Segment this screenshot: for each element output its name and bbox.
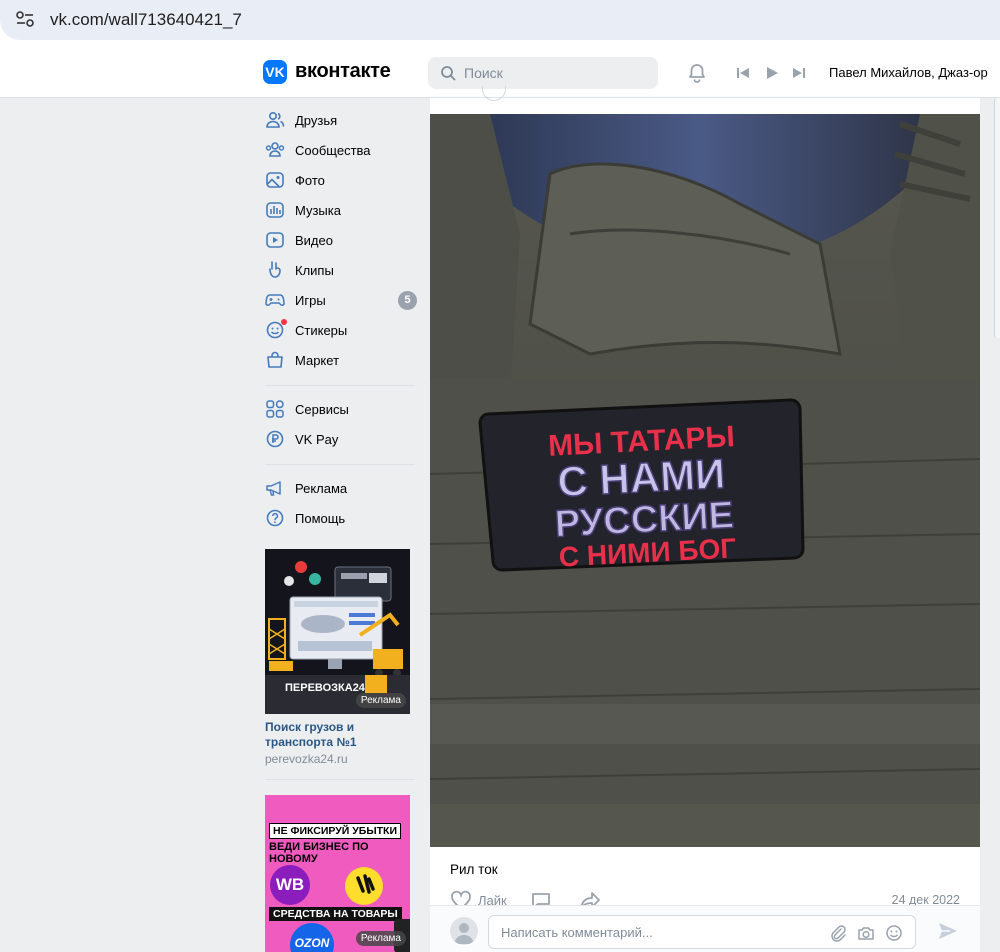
previous-track-icon[interactable] — [735, 65, 751, 81]
sidebar-item-video[interactable]: Видео — [265, 225, 417, 255]
url-text[interactable]: vk.com/wall713640421_7 — [50, 10, 242, 30]
sidebar-item-label: Видео — [295, 232, 333, 248]
next-track-icon[interactable] — [791, 65, 807, 81]
sidebar-item-label: Помощь — [295, 510, 346, 526]
post-author-avatar[interactable] — [482, 86, 506, 101]
browser-toolbar: vk.com/wall713640421_7 — [0, 0, 1000, 48]
tactical-vest-photo: МЫ ТАТАРЫ С НАМИ РУССКИЕ С НИМИ БОГ — [430, 114, 980, 847]
sidebar-item-services[interactable]: Сервисы — [265, 394, 417, 424]
sidebar-item-label: Сообщества — [295, 142, 371, 158]
ad-title-link[interactable]: Поиск грузов и транспорта №1 — [265, 720, 410, 750]
search-box[interactable] — [428, 57, 658, 89]
comment-composer — [430, 905, 980, 952]
yandex-market-logo — [345, 867, 383, 905]
music-icon — [266, 202, 284, 218]
sidebar-item-vkpay[interactable]: VK Pay — [265, 424, 417, 454]
sidebar-item-games[interactable]: Игры 5 — [265, 285, 417, 315]
sidebar-item-label: Игры — [295, 292, 326, 308]
sidebar-item-label: Реклама — [295, 480, 348, 496]
megaphone-icon — [266, 481, 281, 496]
help-icon — [266, 509, 284, 527]
stickers-icon — [265, 319, 287, 340]
camera-icon[interactable] — [857, 924, 875, 942]
ad-banner-image[interactable]: ПЕРЕВОЗКА24 Реклама — [265, 549, 410, 714]
sidebar-item-label: Маркет — [295, 352, 340, 368]
communities-icon — [265, 142, 285, 157]
attach-icon[interactable] — [829, 924, 847, 942]
search-icon — [441, 66, 456, 81]
post-text: Рил ток — [450, 862, 498, 877]
page-scrollbar[interactable] — [994, 98, 1000, 338]
sidebar-item-clips[interactable]: Клипы — [265, 255, 417, 285]
ad-label-badge: Реклама — [355, 693, 406, 708]
sidebar-item-ads[interactable]: Реклама — [265, 473, 417, 503]
services-icon — [266, 400, 284, 418]
sidebar-item-label: Стикеры — [295, 322, 348, 338]
sidebar-item-music[interactable]: Музыка — [265, 195, 417, 225]
post-photo[interactable]: МЫ ТАТАРЫ С НАМИ РУССКИЕ С НИМИ БОГ — [430, 114, 980, 847]
comment-input[interactable] — [501, 916, 821, 948]
ad-headline: НЕ ФИКСИРУЙ УБЫТКИ — [269, 823, 402, 839]
sidebar-item-label: Фото — [295, 172, 325, 188]
vkpay-icon — [266, 430, 284, 448]
sidebar-item-label: VK Pay — [295, 431, 339, 447]
vk-logo-text[interactable]: вконтакте — [295, 60, 391, 83]
address-bar[interactable]: vk.com/wall713640421_7 — [0, 0, 1000, 40]
sidebar-item-communities[interactable]: Сообщества — [265, 135, 417, 165]
search-input[interactable] — [464, 57, 649, 89]
current-user-avatar[interactable] — [450, 917, 478, 945]
games-icon — [265, 294, 285, 306]
sidebar-item-friends[interactable]: Друзья — [265, 105, 417, 135]
sidebar-item-market[interactable]: Маркет — [265, 345, 417, 375]
ad-banner-image[interactable]: НЕ ФИКСИРУЙ УБЫТКИ ВЕДИ БИЗНЕС ПО НОВОМУ… — [265, 795, 410, 952]
clips-icon — [269, 261, 281, 278]
ad-subline: ВЕДИ БИЗНЕС ПО НОВОМУ — [269, 841, 369, 865]
ad-domain-link[interactable]: perevozka24.ru — [265, 752, 348, 766]
sidebar-item-label: Музыка — [295, 202, 341, 218]
sidebar-divider — [265, 779, 415, 780]
sidebar-divider — [265, 385, 415, 386]
sidebar-divider — [265, 464, 415, 465]
vk-logo-icon[interactable]: VK — [263, 60, 287, 84]
ad-label-badge: Реклама — [355, 931, 406, 946]
sidebar-item-label: Клипы — [295, 262, 334, 278]
sidebar-item-label: Сервисы — [295, 401, 349, 417]
send-icon[interactable] — [937, 920, 959, 942]
comment-field[interactable] — [488, 915, 916, 949]
play-icon[interactable] — [764, 65, 780, 81]
site-settings-icon[interactable] — [14, 8, 36, 30]
sidebar-item-stickers[interactable]: Стикеры — [265, 315, 417, 345]
sidebar-item-photo[interactable]: Фото — [265, 165, 417, 195]
wall-post: МЫ ТАТАРЫ С НАМИ РУССКИЕ С НИМИ БОГ Рил … — [430, 86, 980, 952]
new-indicator-dot — [281, 319, 287, 325]
ad-brand-text: ПЕРЕВОЗКА24 — [285, 682, 365, 694]
games-count-badge: 5 — [398, 291, 417, 310]
video-icon — [266, 232, 284, 248]
wildberries-logo: WB — [270, 865, 310, 905]
sidebar-item-label: Друзья — [295, 112, 338, 128]
notifications-bell-icon[interactable] — [686, 62, 708, 84]
sidebar-item-help[interactable]: Помощь — [265, 503, 417, 533]
ad-goods-text: СРЕДСТВА НА ТОВАРЫ — [269, 907, 402, 921]
emoji-icon[interactable] — [885, 924, 903, 942]
market-icon — [267, 351, 283, 368]
friends-icon — [266, 111, 285, 128]
ozon-logo: OZON — [290, 923, 334, 952]
now-playing-track[interactable]: Павел Михайлов, Джаз-ор — [829, 65, 1000, 80]
photo-icon — [266, 172, 284, 188]
